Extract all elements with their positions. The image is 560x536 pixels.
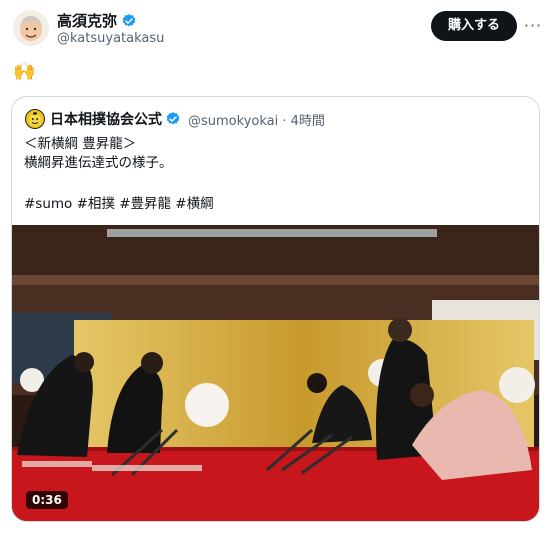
quote-author-name[interactable]: 日本相撲協会公式 [50, 109, 181, 129]
author-name-text: 高須克弥 [57, 12, 118, 30]
quote-hashtags[interactable]: #sumo #相撲 #豊昇龍 #横綱 [24, 192, 214, 212]
quote-handle-time[interactable]: @sumokyokai · 4時間 [188, 110, 325, 129]
video-duration: 0:36 [26, 491, 68, 509]
quote-text: ＜新横綱 豊昇龍＞ 横綱昇進伝達式の様子。 [24, 135, 173, 173]
verified-badge-icon [122, 13, 136, 26]
quote-verified-badge-icon [166, 112, 180, 125]
more-options-icon[interactable]: ··· [522, 15, 544, 37]
video-player[interactable]: 0:36 [12, 225, 539, 521]
author-avatar[interactable] [13, 10, 49, 46]
buy-button[interactable]: 購入する [431, 11, 517, 41]
author-name[interactable]: 高須克弥 [57, 10, 137, 31]
author-handle[interactable]: @katsuyatakasu [57, 31, 164, 46]
quote-avatar[interactable] [25, 109, 45, 129]
quoted-tweet-card[interactable]: 日本相撲協会公式 @sumokyokai · 4時間 ＜新横綱 豊昇龍＞ 横綱昇… [11, 96, 540, 522]
quote-author-name-text: 日本相撲協会公式 [50, 112, 162, 128]
quote-text-line: 横綱昇進伝達式の様子。 [24, 155, 173, 171]
avatar-face-icon [13, 10, 49, 46]
quote-text-line: ＜新横綱 豊昇龍＞ [24, 136, 137, 152]
sumo-mascot-icon [29, 112, 41, 126]
video-thumbnail [12, 225, 539, 521]
tweet-text: 🙌 [13, 61, 36, 82]
